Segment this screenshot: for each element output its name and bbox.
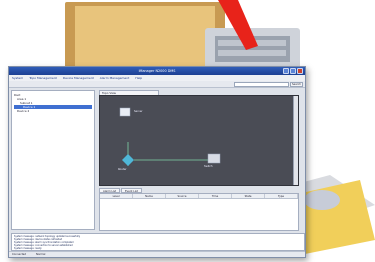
- window-title: iManager N2000 DMS: [138, 69, 176, 73]
- toolbar: Search: [9, 81, 305, 88]
- node-label-router: Router: [118, 168, 127, 171]
- status-left: Connected: [12, 253, 26, 256]
- server-icon[interactable]: [119, 107, 131, 117]
- navigation-tree: Root Area 1 Subnet 1 Device 1 Device 2: [11, 90, 95, 230]
- maximize-button[interactable]: [290, 68, 296, 74]
- log-panel: System message: network topology updated…: [11, 233, 305, 251]
- mouse-shape: [304, 190, 340, 210]
- column-header[interactable]: Time: [199, 194, 232, 198]
- tree-item-device[interactable]: Device 2: [14, 109, 92, 113]
- status-bar: Connected Normal: [9, 251, 305, 257]
- log-line: System message: ready: [14, 247, 42, 250]
- node-label-server: Server: [134, 110, 143, 113]
- column-header[interactable]: Source: [166, 194, 199, 198]
- topology-scrollbar[interactable]: [293, 96, 298, 185]
- router-icon[interactable]: [122, 154, 134, 166]
- monitor-screen-shape: [75, 6, 215, 66]
- column-header[interactable]: Name: [133, 194, 166, 198]
- table-header: Level Name Source Time State Type: [100, 194, 298, 199]
- topology-graph: [119, 107, 221, 166]
- column-header[interactable]: Type: [265, 194, 298, 198]
- title-bar: iManager N2000 DMS: [9, 67, 305, 75]
- topology-canvas[interactable]: Server Router Switch: [99, 95, 299, 186]
- node-label-switch: Switch: [204, 165, 213, 168]
- close-button[interactable]: [297, 68, 303, 74]
- app-window: iManager N2000 DMS System Topo Managemen…: [8, 66, 306, 258]
- column-header[interactable]: State: [232, 194, 265, 198]
- column-header[interactable]: Level: [100, 194, 133, 198]
- switch-icon[interactable]: [207, 153, 221, 164]
- minimize-button[interactable]: [283, 68, 289, 74]
- search-input[interactable]: [234, 82, 289, 87]
- status-right: Normal: [35, 253, 46, 256]
- search-button[interactable]: Search: [290, 82, 303, 87]
- alarm-table: Level Name Source Time State Type: [99, 193, 299, 231]
